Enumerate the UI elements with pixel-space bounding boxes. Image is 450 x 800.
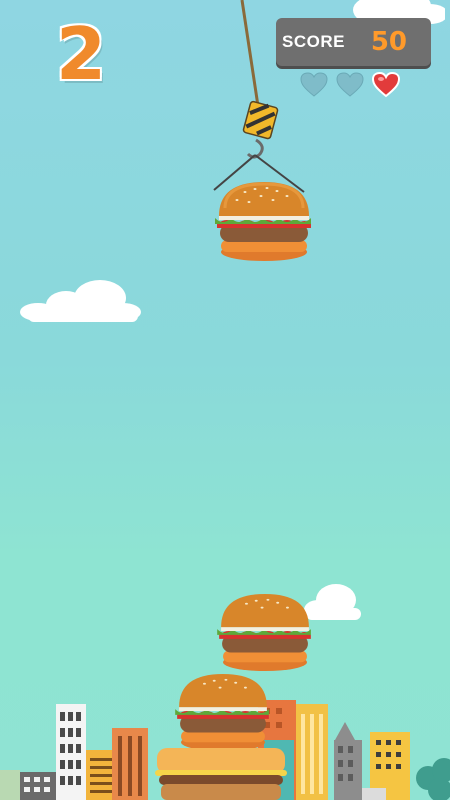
stack-base-burger xyxy=(155,748,287,800)
stacked-burger-top xyxy=(217,593,311,672)
score-value: 50 xyxy=(370,27,407,57)
heart-empty-icon xyxy=(336,72,364,97)
score-panel: SCORE 50 xyxy=(276,18,431,66)
heart-empty-icon xyxy=(300,72,328,97)
lives-hearts xyxy=(300,72,400,98)
stacked-burger-middle xyxy=(175,673,269,752)
cloud-left xyxy=(20,280,141,322)
level-number: 2 xyxy=(56,12,107,96)
heart-full-icon xyxy=(372,72,400,98)
hanging-burger xyxy=(215,182,311,261)
score-label: SCORE xyxy=(282,32,345,51)
